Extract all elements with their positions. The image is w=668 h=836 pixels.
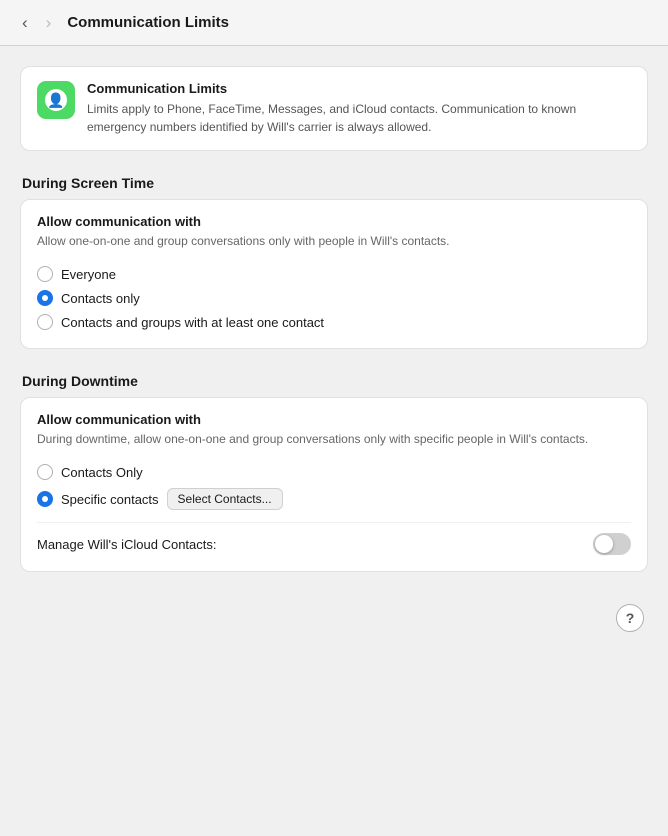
page-title: Communication Limits [67,14,229,31]
forward-button[interactable]: › [40,12,58,33]
radio-everyone-label: Everyone [61,267,116,282]
select-contacts-button[interactable]: Select Contacts... [167,488,283,510]
radio-contacts-groups-label: Contacts and groups with at least one co… [61,315,324,330]
downtime-section-header: During Downtime [20,373,648,389]
radio-contacts-only[interactable]: Contacts only [37,286,631,310]
screen-time-card-title: Allow communication with [37,214,631,229]
icloud-contacts-toggle[interactable] [593,533,631,555]
screen-time-section-header: During Screen Time [20,175,648,191]
radio-contacts-groups-circle[interactable] [37,314,53,330]
radio-contacts-only-label: Contacts only [61,291,140,306]
radio-everyone[interactable]: Everyone [37,262,631,286]
icloud-contacts-toggle-row: Manage Will's iCloud Contacts: [37,522,631,557]
radio-dt-contacts-only[interactable]: Contacts Only [37,460,631,484]
header: ‹ › Communication Limits [0,0,668,46]
radio-dt-specific-label: Specific contacts [61,492,159,507]
icloud-contacts-label: Manage Will's iCloud Contacts: [37,537,217,552]
app-icon: 👤 [37,81,75,119]
info-card: 👤 Communication Limits Limits apply to P… [20,66,648,151]
radio-dt-contacts-only-circle[interactable] [37,464,53,480]
radio-contacts-only-circle[interactable] [37,290,53,306]
downtime-card-desc: During downtime, allow one-on-one and gr… [37,430,631,448]
radio-everyone-circle[interactable] [37,266,53,282]
back-button[interactable]: ‹ [16,12,34,33]
toggle-knob [595,535,613,553]
info-card-title: Communication Limits [87,81,631,96]
info-card-desc: Limits apply to Phone, FaceTime, Message… [87,100,631,136]
downtime-card: Allow communication with During downtime… [20,397,648,572]
radio-contacts-groups[interactable]: Contacts and groups with at least one co… [37,310,631,334]
help-button[interactable]: ? [616,604,644,632]
main-content: 👤 Communication Limits Limits apply to P… [0,46,668,656]
contact-icon: 👤 [47,92,64,109]
downtime-card-title: Allow communication with [37,412,631,427]
radio-dt-specific-row: Specific contacts Select Contacts... [37,484,631,514]
screen-time-card-desc: Allow one-on-one and group conversations… [37,232,631,250]
screen-time-card: Allow communication with Allow one-on-on… [20,199,648,349]
radio-dt-specific-circle[interactable] [37,491,53,507]
help-btn-container: ? [20,596,648,636]
radio-dt-contacts-only-label: Contacts Only [61,465,143,480]
